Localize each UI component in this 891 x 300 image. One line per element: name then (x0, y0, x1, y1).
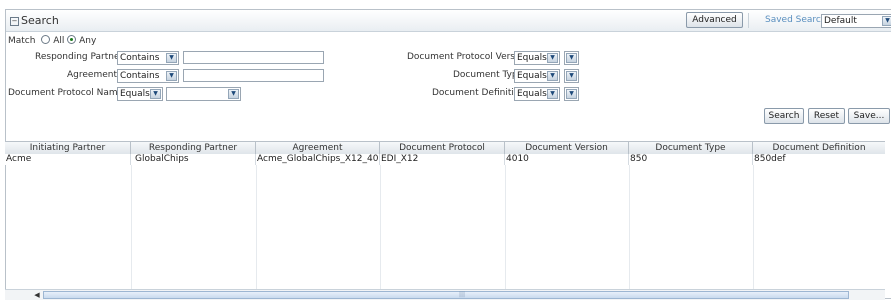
operator-value: Equals (120, 89, 150, 99)
operator-value: Equals (517, 89, 547, 99)
agreement-operator[interactable]: Contains ▼ (117, 69, 179, 83)
horizontal-scrollbar[interactable]: ◀ ||| (5, 289, 885, 300)
document-protocol-version-operator[interactable]: Equals ▼ (514, 51, 560, 65)
responding-partner-input[interactable] (183, 51, 324, 64)
table-row[interactable]: Acme GlobalChips Acme_GlobalChips_X12_40… (5, 154, 885, 165)
chevron-down-icon[interactable]: ▼ (166, 71, 177, 81)
chevron-down-icon[interactable]: ▼ (566, 71, 577, 81)
column-divider (131, 165, 132, 289)
agreement-label: Agreement (67, 70, 117, 80)
cell-document-protocol: EDI_X12 (380, 154, 505, 165)
chevron-down-icon[interactable]: ▼ (566, 89, 577, 99)
cell-document-type: 850 (629, 154, 753, 165)
column-divider (380, 165, 381, 289)
operator-value: Equals (517, 53, 547, 63)
operator-value: Contains (120, 71, 160, 81)
chevron-down-icon[interactable]: ▼ (882, 16, 891, 26)
saved-search-value: Default (824, 16, 857, 26)
cell-document-version: 4010 (505, 154, 629, 165)
column-header-document-type[interactable]: Document Type (629, 142, 753, 154)
match-all-radio[interactable] (41, 35, 51, 44)
chevron-down-icon[interactable]: ▼ (547, 71, 558, 81)
column-header-document-definition[interactable]: Document Definition (753, 142, 885, 154)
cell-agreement: Acme_GlobalChips_X12_4010_850 (257, 154, 380, 165)
scrollbar-right-end[interactable] (875, 291, 885, 299)
save-button[interactable]: Save... (848, 108, 890, 124)
chevron-down-icon[interactable]: ▼ (547, 89, 558, 99)
document-protocol-version-label: Document Protocol Version (407, 52, 529, 62)
column-header-initiating-partner[interactable]: Initiating Partner (5, 142, 131, 154)
column-header-responding-partner[interactable]: Responding Partner (131, 142, 256, 154)
responding-partner-label: Responding Partner (35, 52, 124, 62)
column-divider (753, 165, 754, 289)
document-protocol-name-label: Document Protocol Name (8, 88, 124, 98)
search-title[interactable]: − Search (10, 14, 59, 27)
document-definition-select[interactable]: ▼ (564, 87, 579, 101)
match-any-radio[interactable] (67, 35, 77, 44)
chevron-down-icon[interactable]: ▼ (228, 89, 239, 99)
operator-value: Equals (517, 71, 547, 81)
header-separator (748, 13, 749, 28)
document-definition-label: Document Definition (432, 88, 526, 98)
grip-icon: ||| (459, 291, 466, 298)
search-title-label: Search (21, 14, 59, 27)
match-all-label: All (53, 36, 65, 46)
saved-search-select[interactable]: Default ▼ (821, 14, 891, 28)
reset-button[interactable]: Reset (808, 108, 845, 124)
advanced-button[interactable]: Advanced (686, 12, 743, 28)
document-type-label: Document Type (453, 70, 524, 80)
results-table-header: Initiating Partner Responding Partner Ag… (5, 141, 885, 155)
search-header: − Search Advanced Saved Search Default ▼ (6, 10, 891, 32)
chevron-down-icon[interactable]: ▼ (547, 53, 558, 63)
cell-initiating-partner: Acme (5, 154, 131, 165)
saved-search-label: Saved Search (765, 15, 827, 25)
chevron-down-icon[interactable]: ▼ (166, 53, 177, 63)
column-divider (505, 165, 506, 289)
cell-document-definition: 850def (754, 154, 786, 164)
agreement-input[interactable] (183, 69, 324, 82)
column-divider (629, 165, 630, 289)
document-protocol-version-select[interactable]: ▼ (564, 51, 579, 65)
match-row: Match All Any (8, 35, 96, 46)
collapse-box-icon[interactable]: − (10, 17, 19, 26)
column-header-document-protocol[interactable]: Document Protocol (380, 142, 505, 154)
operator-value: Contains (120, 53, 160, 63)
responding-partner-operator[interactable]: Contains ▼ (117, 51, 179, 65)
cell-responding-partner: GlobalChips (131, 154, 256, 165)
search-button[interactable]: Search (764, 108, 804, 124)
document-type-select[interactable]: ▼ (564, 69, 579, 83)
column-header-document-version[interactable]: Document Version (505, 142, 629, 154)
document-type-operator[interactable]: Equals ▼ (514, 69, 560, 83)
scrollbar-thumb[interactable] (43, 291, 849, 299)
column-divider (256, 165, 257, 289)
match-any-label: Any (79, 36, 97, 46)
chevron-down-icon[interactable]: ▼ (566, 53, 577, 63)
document-definition-operator[interactable]: Equals ▼ (514, 87, 560, 101)
arrow-left-icon[interactable]: ◀ (31, 291, 43, 299)
chevron-down-icon[interactable]: ▼ (150, 89, 161, 99)
column-header-agreement[interactable]: Agreement (256, 142, 380, 154)
match-label: Match (8, 36, 36, 46)
document-protocol-name-select[interactable]: ▼ (166, 87, 241, 101)
document-protocol-name-operator[interactable]: Equals ▼ (117, 87, 163, 101)
